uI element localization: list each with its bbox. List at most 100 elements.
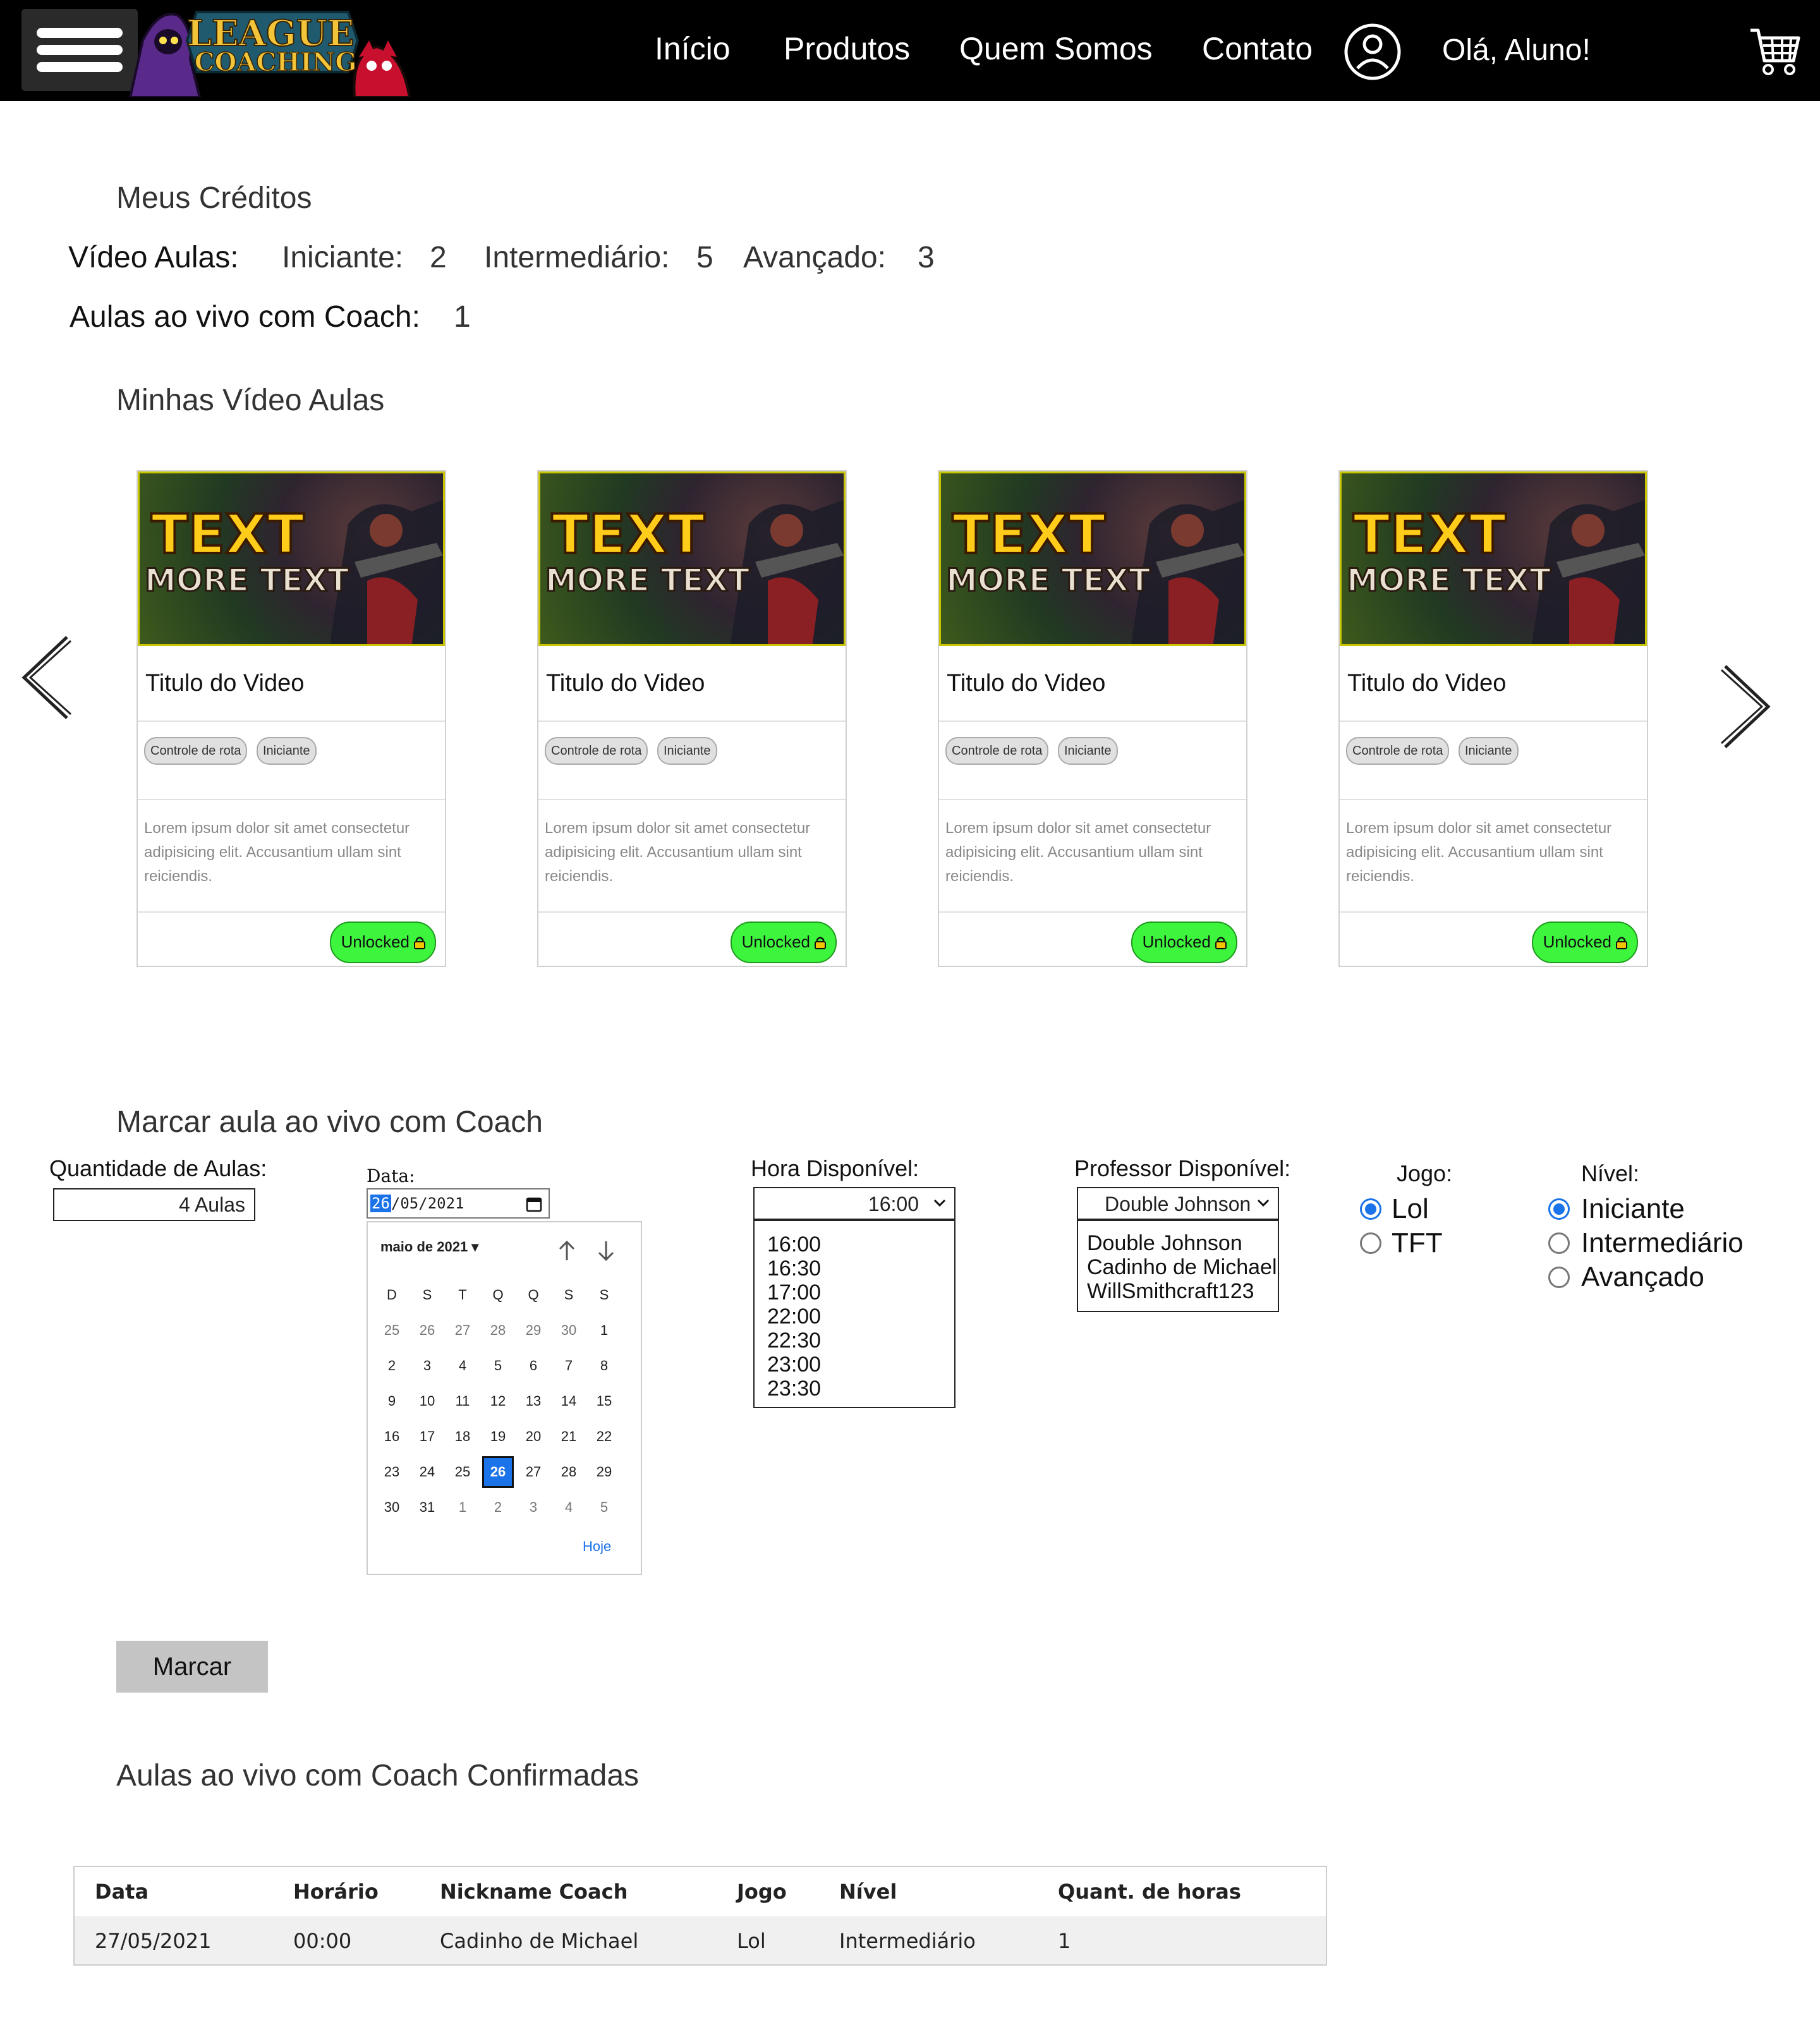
nav-link-contato[interactable]: Contato: [1202, 30, 1313, 67]
game-option-tft[interactable]: TFT: [1392, 1227, 1443, 1259]
tag-route-control[interactable]: Controle de rota: [545, 737, 648, 765]
calendar-day[interactable]: 27: [445, 1322, 480, 1339]
calendar-day[interactable]: 3: [516, 1499, 551, 1516]
calendar-day[interactable]: 10: [410, 1393, 445, 1409]
level-radio-iniciante[interactable]: [1548, 1198, 1570, 1220]
level-option-iniciante[interactable]: Iniciante: [1581, 1193, 1685, 1225]
calendar-day[interactable]: 1: [445, 1499, 480, 1516]
video-card[interactable]: TEXT MORE TEXT Titulo do Video Controle …: [537, 470, 847, 967]
submit-booking-button[interactable]: Marcar: [116, 1641, 268, 1693]
calendar-day[interactable]: 24: [410, 1464, 445, 1480]
calendar-day[interactable]: 13: [516, 1393, 551, 1409]
video-title[interactable]: Titulo do Video: [1347, 670, 1506, 697]
tag-level[interactable]: Iniciante: [657, 737, 717, 765]
calendar-day[interactable]: 18: [445, 1428, 480, 1445]
tag-level[interactable]: Iniciante: [1459, 737, 1519, 765]
unlocked-button[interactable]: Unlocked: [329, 922, 436, 963]
calendar-day[interactable]: 25: [445, 1464, 480, 1480]
game-radio-lol[interactable]: [1360, 1198, 1381, 1220]
tag-route-control[interactable]: Controle de rota: [144, 737, 248, 765]
calendar-day[interactable]: 31: [410, 1499, 445, 1516]
calendar-day[interactable]: 4: [445, 1358, 480, 1374]
video-title[interactable]: Titulo do Video: [947, 670, 1105, 697]
level-option-avancado[interactable]: Avançado: [1581, 1262, 1704, 1293]
calendar-day[interactable]: 30: [374, 1499, 410, 1516]
game-radio-tft[interactable]: [1360, 1232, 1381, 1254]
carousel-prev-arrow-icon[interactable]: [16, 632, 73, 727]
calendar-day[interactable]: 9: [374, 1393, 410, 1409]
calendar-day[interactable]: 22: [586, 1428, 622, 1445]
game-option-lol[interactable]: Lol: [1392, 1193, 1429, 1225]
teacher-option[interactable]: Cadinho de Michael: [1087, 1255, 1278, 1279]
teacher-option[interactable]: WillSmithcraft123: [1087, 1279, 1278, 1303]
quantity-input[interactable]: 4 Aulas: [53, 1188, 255, 1221]
video-title[interactable]: Titulo do Video: [546, 670, 705, 697]
tag-route-control[interactable]: Controle de rota: [1346, 737, 1450, 765]
hour-option[interactable]: 23:30: [767, 1377, 954, 1401]
calendar-day[interactable]: 16: [374, 1428, 410, 1445]
today-link[interactable]: Hoje: [583, 1538, 611, 1555]
calendar-day[interactable]: 5: [480, 1358, 516, 1374]
calendar-day[interactable]: 25: [374, 1322, 410, 1339]
unlocked-button[interactable]: Unlocked: [1131, 922, 1237, 963]
level-radio-avancado[interactable]: [1548, 1267, 1570, 1288]
calendar-day[interactable]: 15: [586, 1393, 622, 1409]
tag-level[interactable]: Iniciante: [257, 737, 317, 765]
video-card[interactable]: TEXT MORE TEXT Titulo do Video Controle …: [136, 470, 446, 967]
teacher-select[interactable]: Double Johnson: [1077, 1187, 1279, 1220]
calendar-month-select[interactable]: maio de 2021 ▾: [380, 1239, 478, 1255]
cart-icon[interactable]: [1748, 24, 1802, 78]
unlocked-button[interactable]: Unlocked: [1531, 922, 1638, 963]
level-option-intermediario[interactable]: Intermediário: [1581, 1227, 1744, 1259]
calendar-day[interactable]: 1: [586, 1322, 622, 1339]
calendar-day[interactable]: 28: [480, 1322, 516, 1339]
calendar-day[interactable]: 11: [445, 1393, 480, 1409]
date-day-segment[interactable]: 26: [370, 1195, 391, 1212]
video-card[interactable]: TEXT MORE TEXT Titulo do Video Controle …: [1338, 470, 1648, 967]
hour-option[interactable]: 17:00: [767, 1281, 954, 1305]
hour-select[interactable]: 16:00: [753, 1187, 956, 1220]
calendar-day[interactable]: 29: [586, 1464, 622, 1480]
teacher-option[interactable]: Double Johnson: [1087, 1231, 1278, 1255]
hour-option[interactable]: 16:00: [767, 1232, 954, 1256]
menu-icon[interactable]: [21, 9, 138, 91]
calendar-day[interactable]: 27: [516, 1464, 551, 1480]
video-thumbnail[interactable]: TEXT MORE TEXT: [538, 471, 846, 646]
video-title[interactable]: Titulo do Video: [145, 670, 304, 697]
unlocked-button[interactable]: Unlocked: [730, 922, 837, 963]
calendar-day[interactable]: 26: [480, 1464, 516, 1480]
calendar-day[interactable]: 17: [410, 1428, 445, 1445]
calendar-day[interactable]: 6: [516, 1358, 551, 1374]
calendar-day[interactable]: 23: [374, 1464, 410, 1480]
hour-option[interactable]: 23:00: [767, 1353, 954, 1377]
calendar-day[interactable]: 5: [586, 1499, 622, 1516]
hour-option[interactable]: 22:30: [767, 1329, 954, 1353]
calendar-day[interactable]: 30: [551, 1322, 586, 1339]
carousel-next-arrow-icon[interactable]: [1719, 661, 1776, 756]
calendar-day[interactable]: 8: [586, 1358, 622, 1374]
calendar-day[interactable]: 7: [551, 1358, 586, 1374]
calendar-day[interactable]: 2: [374, 1358, 410, 1374]
month-up-arrow-icon[interactable]: [557, 1240, 576, 1262]
video-thumbnail[interactable]: TEXT MORE TEXT: [1340, 471, 1647, 646]
video-thumbnail[interactable]: TEXT MORE TEXT: [138, 471, 445, 646]
tag-route-control[interactable]: Controle de rota: [945, 737, 1049, 765]
calendar-day[interactable]: 3: [410, 1358, 445, 1374]
nav-link-produtos[interactable]: Produtos: [784, 30, 910, 67]
league-coaching-logo[interactable]: LEAGUE COACHING: [124, 3, 415, 99]
calendar-day[interactable]: 26: [410, 1322, 445, 1339]
hour-option[interactable]: 22:00: [767, 1305, 954, 1329]
hour-option[interactable]: 16:30: [767, 1256, 954, 1281]
date-input[interactable]: 26/05/2021: [367, 1188, 550, 1219]
level-radio-intermediario[interactable]: [1548, 1232, 1570, 1254]
video-card[interactable]: TEXT MORE TEXT Titulo do Video Controle …: [938, 470, 1247, 967]
calendar-icon[interactable]: [526, 1196, 542, 1212]
tag-level[interactable]: Iniciante: [1058, 737, 1118, 765]
calendar-day[interactable]: 20: [516, 1428, 551, 1445]
nav-link-quem-somos[interactable]: Quem Somos: [959, 30, 1153, 67]
calendar-day[interactable]: 29: [516, 1322, 551, 1339]
calendar-day[interactable]: 21: [551, 1428, 586, 1445]
month-down-arrow-icon[interactable]: [597, 1240, 616, 1262]
hour-listbox[interactable]: 16:00 16:30 17:00 22:00 22:30 23:00 23:3…: [753, 1220, 956, 1408]
calendar-day[interactable]: 14: [551, 1393, 586, 1409]
